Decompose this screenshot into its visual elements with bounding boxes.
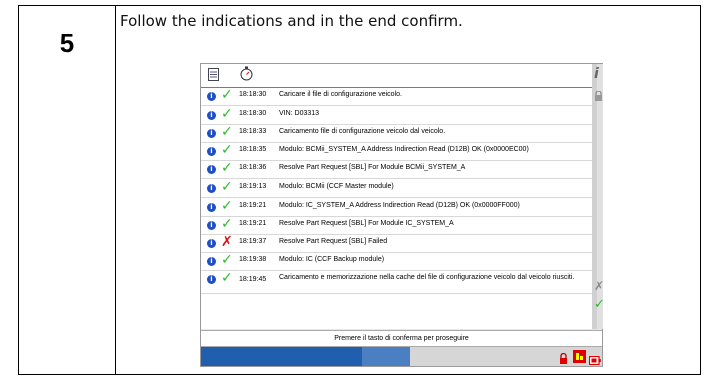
check-icon: ✓ xyxy=(221,198,233,214)
log-time: 18:18:36 xyxy=(239,164,267,171)
log-row: i ✓ 18:19:21 Resolve Part Request [SBL] For… xyxy=(201,216,592,235)
log-time: 18:18:35 xyxy=(239,146,267,153)
info-icon: i xyxy=(207,92,216,101)
log-message: Modulo: BCMii_SYSTEM_A Address Indirecti… xyxy=(279,146,529,153)
cross-icon: ✗ xyxy=(221,234,233,250)
check-icon: ✓ xyxy=(221,124,233,140)
log-toolbar xyxy=(201,64,592,88)
log-message: Modulo: IC (CCF Backup module) xyxy=(279,256,385,263)
log-message: VIN: D03313 xyxy=(279,110,320,117)
log-time: 18:19:38 xyxy=(239,256,267,263)
log-row: i ✓ 18:18:36 Resolve Part Request [SBL] For… xyxy=(201,160,592,179)
step-instruction: Follow the indications and in the end co… xyxy=(120,12,463,30)
log-time: 18:19:45 xyxy=(239,276,267,283)
log-message: Modulo: IC_SYSTEM_A Address Indirection … xyxy=(279,202,520,209)
log-message: Resolve Part Request [SBL] Failed xyxy=(279,238,388,245)
battery-icon xyxy=(588,352,601,370)
info-icon: i xyxy=(207,239,216,248)
info-icon: i xyxy=(207,257,216,266)
cancel-icon[interactable]: ✗ xyxy=(594,279,604,293)
log-time: 18:19:37 xyxy=(239,238,267,245)
step-number-cell: 5 xyxy=(18,5,116,375)
check-icon: ✓ xyxy=(221,87,233,103)
confirm-icon[interactable]: ✓ xyxy=(594,297,605,312)
log-time: 18:18:30 xyxy=(239,110,267,117)
document-icon[interactable] xyxy=(208,68,219,86)
info-icon: i xyxy=(207,221,216,230)
log-row: i ✓ 18:18:30 VIN: D03313 xyxy=(201,106,592,125)
info-icon: i xyxy=(207,111,216,120)
log-message: Caricamento file di configurazione veico… xyxy=(279,128,446,135)
log-time: 18:18:30 xyxy=(239,91,267,98)
log-row: i ✓ 18:19:38 Modulo: IC (CCF Backup module) xyxy=(201,252,592,271)
log-row: i ✓ 18:19:13 Modulo: BCMii (CCF Master modu… xyxy=(201,179,592,198)
info-icon: i xyxy=(207,184,216,193)
stopwatch-icon[interactable] xyxy=(239,66,254,86)
confirm-prompt[interactable]: Premere il tasto di conferma per prosegu… xyxy=(201,330,602,347)
log-row: i ✓ 18:18:33 Caricamento file di configuraz… xyxy=(201,124,592,143)
log-message: Caricamento e memorizzazione nella cache… xyxy=(279,274,575,281)
log-time: 18:19:21 xyxy=(239,202,267,209)
status-segment xyxy=(362,347,410,366)
log-row: i ✓ 18:19:21 Modulo: IC_SYSTEM_A Address In… xyxy=(201,198,592,217)
log-time: 18:18:33 xyxy=(239,128,267,135)
check-icon: ✓ xyxy=(221,252,233,268)
check-icon: ✓ xyxy=(221,106,233,122)
status-progress xyxy=(201,347,362,366)
step-number: 5 xyxy=(59,28,75,58)
info-icon: i xyxy=(207,129,216,138)
diagnostic-app-screenshot: i ✓ 18:18:30 Caricare il file di configuraz… xyxy=(200,63,605,367)
info-icon: i xyxy=(207,203,216,212)
log-message: Resolve Part Request [SBL] For Module IC… xyxy=(279,220,454,227)
check-icon: ✓ xyxy=(221,179,233,195)
log-time: 18:19:13 xyxy=(239,183,267,190)
log-row: i ✗ 18:19:37 Resolve Part Request [SBL] Fai… xyxy=(201,234,592,253)
log-message: Caricare il file di configurazione veico… xyxy=(279,91,402,98)
check-icon: ✓ xyxy=(221,142,233,158)
log-time: 18:19:21 xyxy=(239,220,267,227)
check-icon: ✓ xyxy=(221,216,233,232)
padlock-icon xyxy=(559,351,568,369)
status-bar xyxy=(201,347,602,366)
check-icon: ✓ xyxy=(221,160,233,176)
info-icon: i xyxy=(207,165,216,174)
log-message: Modulo: BCMii (CCF Master module) xyxy=(279,183,394,190)
info-icon[interactable]: i xyxy=(594,66,599,82)
log-row: i ✓ 18:18:35 Modulo: BCMii_SYSTEM_A Address… xyxy=(201,142,592,161)
info-icon: i xyxy=(207,147,216,156)
log-message: Resolve Part Request [SBL] For Module BC… xyxy=(279,164,466,171)
side-toolbar: i ✗ ✓ xyxy=(594,64,605,329)
log-row: i ✓ 18:19:45 Caricamento e memorizzazione n… xyxy=(201,270,592,294)
check-icon: ✓ xyxy=(221,270,233,286)
log-panel: i ✓ 18:18:30 Caricare il file di configuraz… xyxy=(201,64,592,329)
log-row: i ✓ 18:18:30 Caricare il file di configuraz… xyxy=(201,87,592,106)
network-icon xyxy=(573,350,586,368)
lock-icon[interactable] xyxy=(594,86,603,105)
info-icon: i xyxy=(207,275,216,284)
